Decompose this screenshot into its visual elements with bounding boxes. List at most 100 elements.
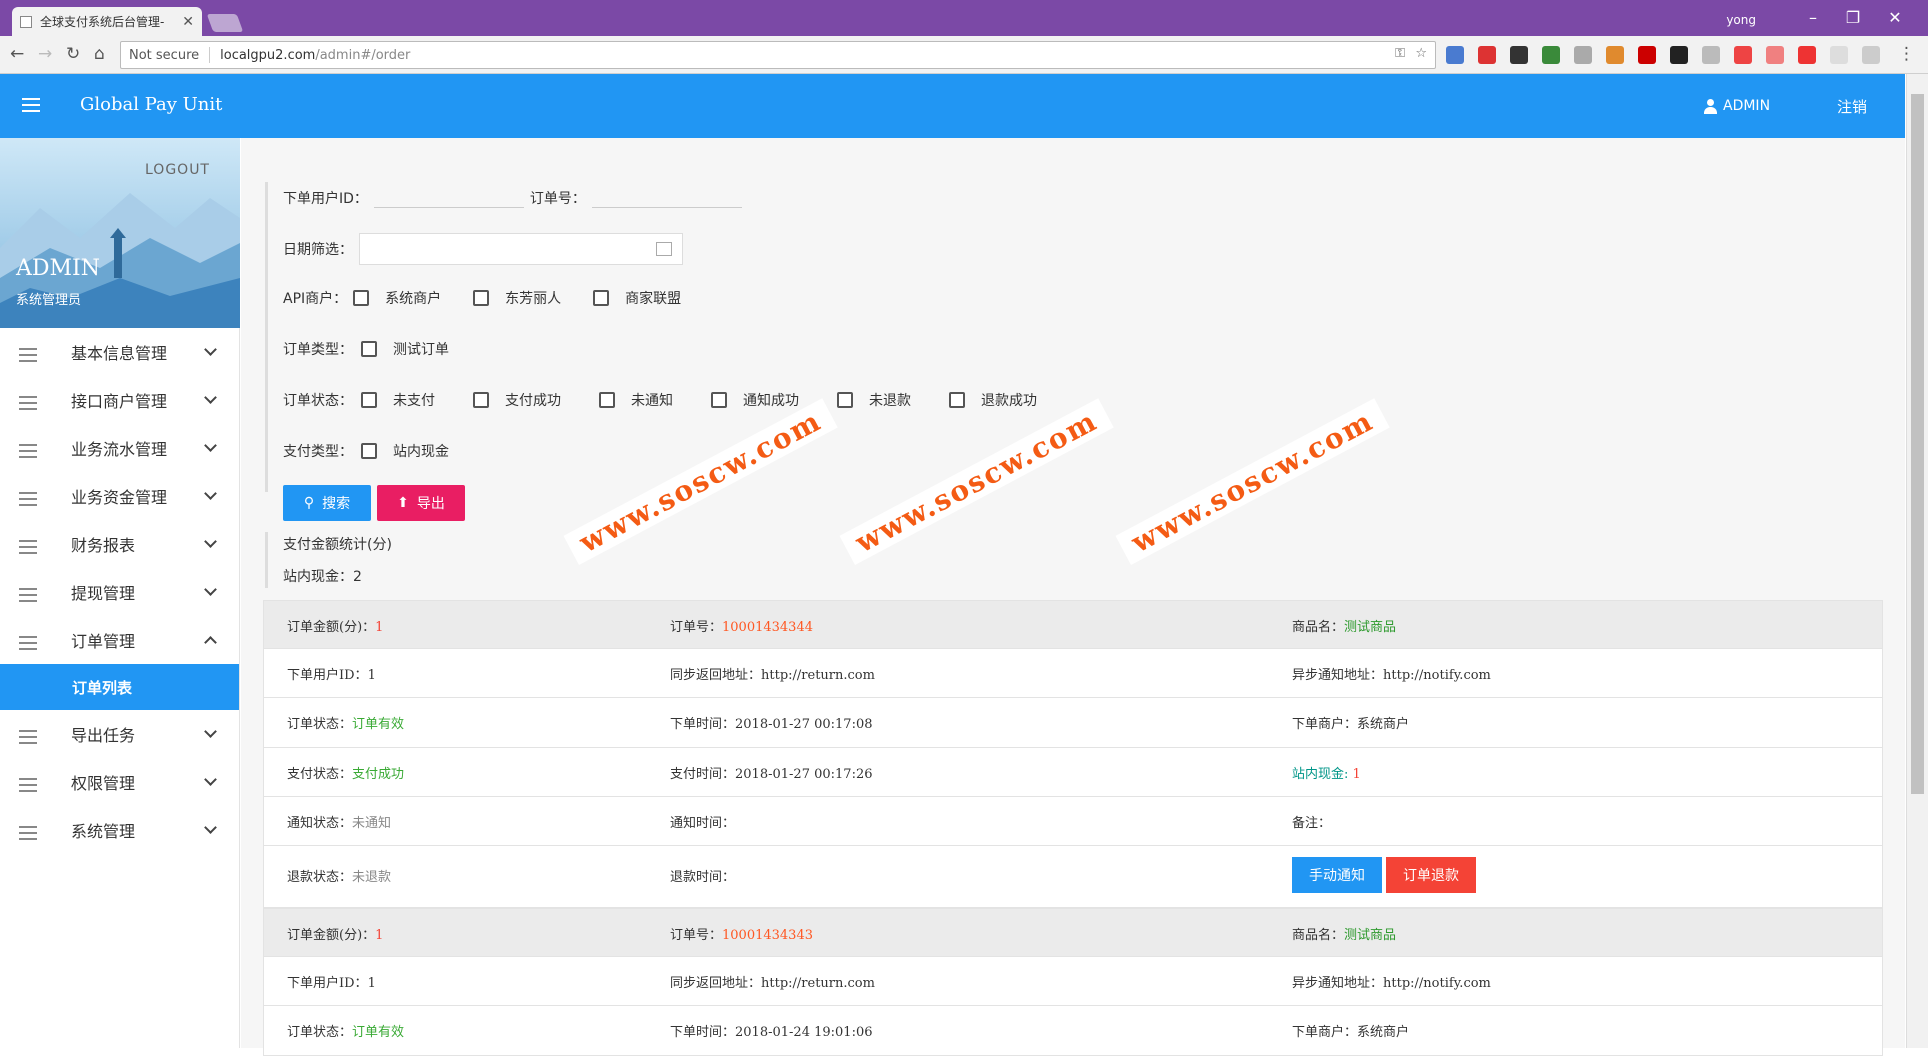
- field-label: 商品名：: [1292, 927, 1345, 943]
- sidebar-item-flow[interactable]: 业务流水管理: [0, 424, 239, 472]
- chevron-down-icon: [204, 821, 217, 834]
- minimize-icon[interactable]: –: [1798, 8, 1828, 27]
- url-input[interactable]: Not secure localgpu2.com/admin#/order ⚿ …: [120, 41, 1436, 69]
- user-id-input[interactable]: [373, 188, 524, 208]
- extension-icon[interactable]: [1606, 46, 1624, 64]
- checkbox[interactable]: [837, 392, 853, 408]
- checkbox[interactable]: [711, 392, 727, 408]
- manual-notify-button[interactable]: 手动通知: [1292, 856, 1382, 893]
- sidebar-item-export[interactable]: 导出任务: [0, 710, 239, 758]
- field-label: 订单状态：: [287, 717, 353, 733]
- filter-row-date: 日期筛选：: [283, 233, 683, 265]
- order-header-row: 订单金额(分)：1 订单号：10001434344 商品名：测试商品: [263, 600, 1883, 650]
- extension-icon[interactable]: [1574, 46, 1592, 64]
- checkbox[interactable]: [473, 392, 489, 408]
- calendar-icon[interactable]: [656, 242, 672, 256]
- extension-icon[interactable]: [1670, 46, 1688, 64]
- extension-icon[interactable]: [1542, 46, 1560, 64]
- forward-icon[interactable]: →: [38, 44, 52, 64]
- extension-icon[interactable]: [1734, 46, 1752, 64]
- scrollbar-thumb[interactable]: [1911, 94, 1924, 794]
- adblock-icon[interactable]: [1638, 46, 1656, 64]
- extension-icon[interactable]: [1478, 46, 1496, 64]
- chevron-up-icon: [204, 636, 217, 649]
- checkbox-label: 东芳丽人: [505, 291, 562, 307]
- extension-icon[interactable]: [1510, 46, 1528, 64]
- list-icon: [19, 778, 37, 796]
- sidebar-subitem-order-list[interactable]: 订单列表: [0, 664, 239, 710]
- bookmark-star-icon[interactable]: ☆: [1415, 46, 1427, 61]
- field-label: 通知时间：: [670, 815, 736, 831]
- extension-icon[interactable]: [1446, 46, 1464, 64]
- export-button[interactable]: ⬆ 导出: [377, 485, 465, 521]
- pay-time-value: 2018-01-27 00:17:26: [735, 766, 873, 782]
- field-label: 同步返回地址：: [670, 668, 762, 684]
- order-list: 订单金额(分)：1 订单号：10001434344 商品名：测试商品 下单用户I…: [263, 600, 1883, 1056]
- close-tab-icon[interactable]: ✕: [182, 14, 194, 30]
- order-no-input[interactable]: [591, 188, 742, 208]
- new-tab-button[interactable]: [206, 14, 244, 32]
- browser-tab[interactable]: 全球支付系统后台管理- ✕: [12, 7, 202, 36]
- logout-link[interactable]: 注销: [1837, 96, 1867, 117]
- stats-title: 支付金额统计(分): [283, 537, 392, 553]
- menu-toggle-icon[interactable]: [22, 98, 40, 112]
- sidebar-item-funds[interactable]: 业务资金管理: [0, 472, 239, 520]
- checkbox[interactable]: [593, 290, 610, 306]
- back-icon[interactable]: ←: [10, 44, 24, 64]
- filter-border: [265, 182, 271, 492]
- async-url-value: http://notify.com: [1383, 668, 1491, 684]
- checkbox[interactable]: [353, 290, 370, 306]
- profile-logout-link[interactable]: LOGOUT: [145, 162, 210, 178]
- order-header-row: 订单金额(分)：1 订单号：10001434343 商品名：测试商品: [263, 907, 1883, 958]
- extension-icon[interactable]: [1830, 46, 1848, 64]
- table-row: 下单用户ID：1 同步返回地址：http://return.com 异步通知地址…: [263, 957, 1883, 1007]
- sidebar-item-label: 基本信息管理: [71, 344, 168, 363]
- list-icon: [19, 348, 37, 366]
- checkbox-label: 支付成功: [505, 393, 561, 409]
- extension-icon[interactable]: [1702, 46, 1720, 64]
- sidebar-item-reports[interactable]: 财务报表: [0, 520, 239, 568]
- chevron-down-icon: [204, 391, 217, 404]
- admin-account[interactable]: ADMIN: [1703, 98, 1770, 114]
- separator: [209, 47, 211, 63]
- checkbox[interactable]: [361, 443, 377, 459]
- checkbox[interactable]: [361, 392, 377, 408]
- app-header: Global Pay Unit ADMIN 注销: [0, 74, 1905, 138]
- key-icon[interactable]: ⚿: [1395, 46, 1405, 61]
- date-range-input[interactable]: [359, 233, 683, 265]
- field-label: 订单号：: [670, 927, 723, 943]
- extension-icon[interactable]: [1766, 46, 1784, 64]
- chevron-down-icon: [204, 535, 217, 548]
- browser-user[interactable]: yong: [1726, 13, 1756, 27]
- sidebar-item-system[interactable]: 系统管理: [0, 806, 239, 854]
- checkbox[interactable]: [361, 341, 377, 357]
- order-status-value: 订单有效: [352, 717, 405, 733]
- upload-icon: ⬆: [397, 495, 409, 511]
- close-window-icon[interactable]: ✕: [1880, 8, 1910, 27]
- checkbox[interactable]: [949, 392, 965, 408]
- reload-icon[interactable]: ↻: [66, 44, 80, 64]
- order-number: 10001434344: [722, 620, 813, 635]
- sidebar-item-permissions[interactable]: 权限管理: [0, 758, 239, 806]
- sidebar-item-withdraw[interactable]: 提现管理: [0, 568, 239, 616]
- sidebar-item-merchant[interactable]: 接口商户管理: [0, 376, 239, 424]
- product-name: 测试商品: [1344, 620, 1397, 635]
- browser-menu-icon[interactable]: ⋮: [1898, 44, 1915, 64]
- tab-title: 全球支付系统后台管理-: [40, 15, 165, 29]
- extension-icon[interactable]: [1798, 46, 1816, 64]
- sidebar-item-basic-info[interactable]: 基本信息管理: [0, 328, 239, 376]
- checkbox[interactable]: [599, 392, 615, 408]
- extension-icon[interactable]: [1862, 46, 1880, 64]
- security-label[interactable]: Not secure: [129, 48, 199, 63]
- table-row: 订单状态：订单有效 下单时间：2018-01-24 19:01:06 下单商户：…: [263, 1006, 1883, 1056]
- page-scrollbar[interactable]: [1906, 74, 1928, 1048]
- home-icon[interactable]: ⌂: [94, 44, 105, 64]
- checkbox[interactable]: [473, 290, 490, 306]
- maximize-icon[interactable]: ❐: [1838, 8, 1868, 27]
- search-button[interactable]: ⚲ 搜索: [283, 485, 371, 521]
- refund-button[interactable]: 订单退款: [1386, 856, 1476, 893]
- url-path: /admin#/order: [315, 47, 411, 63]
- list-icon: [19, 588, 37, 606]
- chevron-down-icon: [204, 583, 217, 596]
- sidebar-item-orders[interactable]: 订单管理: [0, 616, 239, 664]
